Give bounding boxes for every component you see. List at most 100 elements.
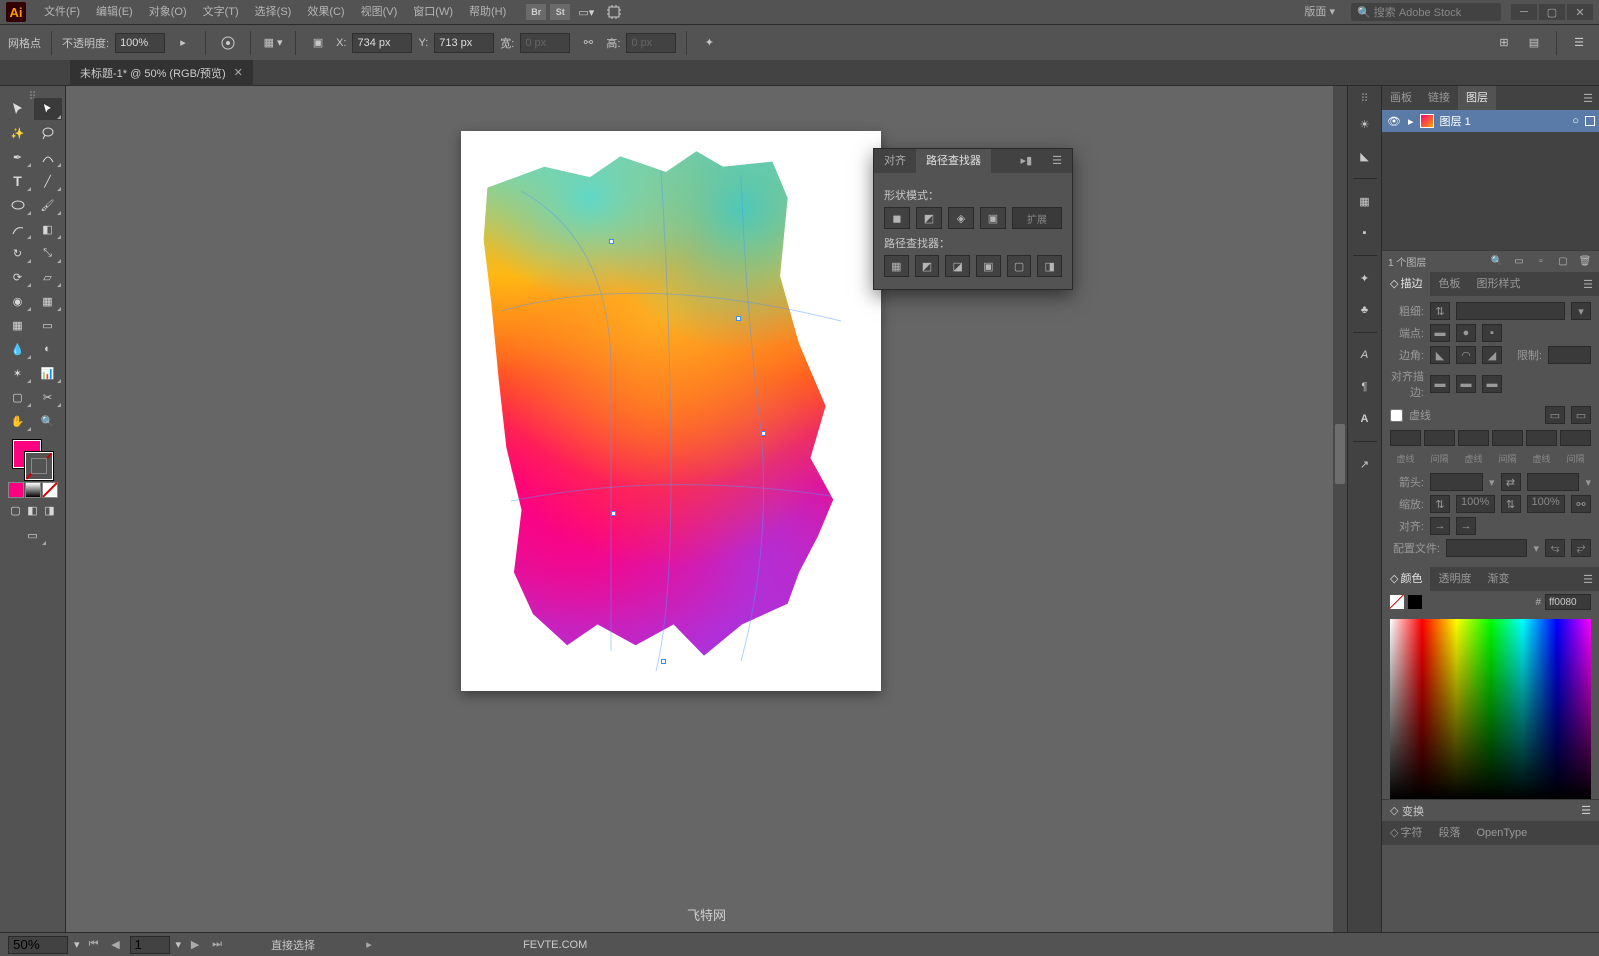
tab-paragraph[interactable]: 段落 [1430,821,1468,845]
visibility-icon[interactable]: 👁 [1386,115,1402,128]
slice-tool[interactable]: ✂ [34,386,62,408]
isolate-icon[interactable]: ✦ [697,31,721,55]
selection-tool[interactable] [4,98,32,120]
arrow-scale-1[interactable]: 100% [1456,495,1495,513]
tab-links[interactable]: 链接 [1420,86,1458,110]
color-mode-gradient[interactable] [25,482,41,498]
weight-dropdown[interactable]: ▾ [1571,302,1591,320]
mesh-object[interactable] [476,146,856,666]
exclude-button[interactable]: ▣ [980,207,1006,229]
menu-view[interactable]: 视图(V) [353,0,406,24]
close-tab-icon[interactable]: ✕ [234,66,243,79]
unite-button[interactable]: ◼ [884,207,910,229]
menu-help[interactable]: 帮助(H) [461,0,514,24]
zoom-tool[interactable]: 🔍 [34,410,62,432]
window-minimize[interactable]: ─ [1511,4,1537,20]
locate-layer-icon[interactable]: 🔍 [1489,254,1505,270]
weight-input[interactable] [1456,302,1565,320]
menu-window[interactable]: 窗口(W) [405,0,461,24]
align-center[interactable]: ▬ [1430,375,1450,393]
x-input[interactable] [352,33,412,53]
gpu-icon[interactable] [602,0,626,24]
dock-appearance-icon[interactable]: ♣ [1352,297,1378,323]
tab-layers[interactable]: 图层 [1458,86,1496,110]
dock-export-icon[interactable]: ↗ [1352,451,1378,477]
type-tool[interactable]: T [4,170,32,192]
y-input[interactable] [434,33,494,53]
gap-2[interactable] [1492,430,1523,446]
dock-grip[interactable]: ⠿ [1360,92,1368,105]
rectangle-tool[interactable] [4,194,32,216]
dock-brushes-icon[interactable]: ▪ [1352,220,1378,246]
tab-pathfinder[interactable]: 路径查找器 [916,149,991,173]
arrow-scale-2[interactable]: 100% [1527,495,1566,513]
limit-input[interactable] [1548,346,1591,364]
graph-tool[interactable]: 📊 [34,362,62,384]
direct-selection-tool[interactable] [34,98,62,120]
menu-edit[interactable]: 编辑(E) [88,0,141,24]
delete-layer-icon[interactable]: 🗑 [1577,254,1593,270]
gap-1[interactable] [1424,430,1455,446]
make-clip-icon[interactable]: ▭ [1511,254,1527,270]
expand-button[interactable]: 扩展 [1012,207,1062,229]
tab-opentype[interactable]: OpenType [1468,821,1535,845]
blend-tool[interactable]: ◐ [34,338,62,360]
pathfinder-menu-icon[interactable]: ☰ [1042,149,1072,173]
color-menu-icon[interactable]: ☰ [1577,573,1599,586]
opacity-dropdown-icon[interactable]: ▸ [171,31,195,55]
tab-stroke[interactable]: ◇描边 [1382,272,1430,296]
new-layer-icon[interactable]: ▢ [1555,254,1571,270]
draw-normal[interactable]: ▢ [8,502,24,518]
symbol-sprayer-tool[interactable]: ✶ [4,362,32,384]
layers-menu-icon[interactable]: ☰ [1577,92,1599,105]
opacity-input[interactable] [115,33,165,53]
lasso-tool[interactable] [34,122,62,144]
arrow-align-1[interactable]: → [1430,517,1450,535]
artboard-num-input[interactable] [130,936,170,954]
outline-button[interactable]: ▢ [1007,255,1032,277]
divide-button[interactable]: ▦ [884,255,909,277]
arrange-icon[interactable]: ▭▾ [574,0,598,24]
cap-butt[interactable]: ▬ [1430,324,1450,342]
artboard-tool[interactable]: ▢ [4,386,32,408]
opt-icon-1[interactable]: ⊞ [1492,31,1516,55]
flip-v-icon[interactable]: ⥂ [1571,539,1591,557]
pathfinder-panel[interactable]: 对齐 路径查找器 ▸▮ ☰ 形状模式： ◼ ◩ ◈ ▣ 扩展 路径查找器： ▦ [873,148,1073,290]
menu-effect[interactable]: 效果(C) [299,0,352,24]
gap-3[interactable] [1560,430,1591,446]
cap-round[interactable]: ● [1456,324,1476,342]
stroke-menu-icon[interactable]: ☰ [1577,278,1599,291]
line-tool[interactable]: ╱ [34,170,62,192]
tab-swatches[interactable]: 色板 [1430,272,1468,296]
menu-type[interactable]: 文字(T) [195,0,247,24]
dock-color-icon[interactable]: ☀ [1352,111,1378,137]
color-mode-fill[interactable] [8,482,24,498]
merge-button[interactable]: ◪ [945,255,970,277]
dash-checkbox[interactable] [1390,409,1403,422]
new-sublayer-icon[interactable]: ▫ [1533,254,1549,270]
menu-file[interactable]: 文件(F) [36,0,88,24]
cap-square[interactable]: ▪ [1482,324,1502,342]
draw-behind[interactable]: ◧ [25,502,41,518]
dock-para-icon[interactable]: ¶ [1352,374,1378,400]
shaper-tool[interactable] [4,218,32,240]
magic-wand-tool[interactable]: ✨ [4,122,32,144]
gradient-tool[interactable]: ▭ [34,314,62,336]
trim-button[interactable]: ◩ [915,255,940,277]
document-tab[interactable]: 未标题-1* @ 50% (RGB/预览) ✕ [70,60,253,86]
transform-panel-header[interactable]: ◇变换☰ [1382,799,1599,821]
opt-icon-2[interactable]: ▤ [1522,31,1546,55]
color-black-swatch[interactable] [1408,595,1422,609]
dock-colorguide-icon[interactable]: ◣ [1352,143,1378,169]
profile-select[interactable] [1446,539,1527,557]
eraser-tool[interactable]: ◧ [34,218,62,240]
panel-menu-icon[interactable]: ☰ [1567,31,1591,55]
crop-button[interactable]: ▣ [976,255,1001,277]
free-transform-tool[interactable]: ▱ [34,266,62,288]
rotate-tool[interactable]: ↻ [4,242,32,264]
status-play-icon[interactable]: ▸ [361,937,377,953]
arrow-end[interactable] [1527,473,1580,491]
recolor-icon[interactable] [216,31,240,55]
tab-transparency[interactable]: 透明度 [1430,567,1479,591]
scale-tool[interactable]: ⤡ [34,242,62,264]
